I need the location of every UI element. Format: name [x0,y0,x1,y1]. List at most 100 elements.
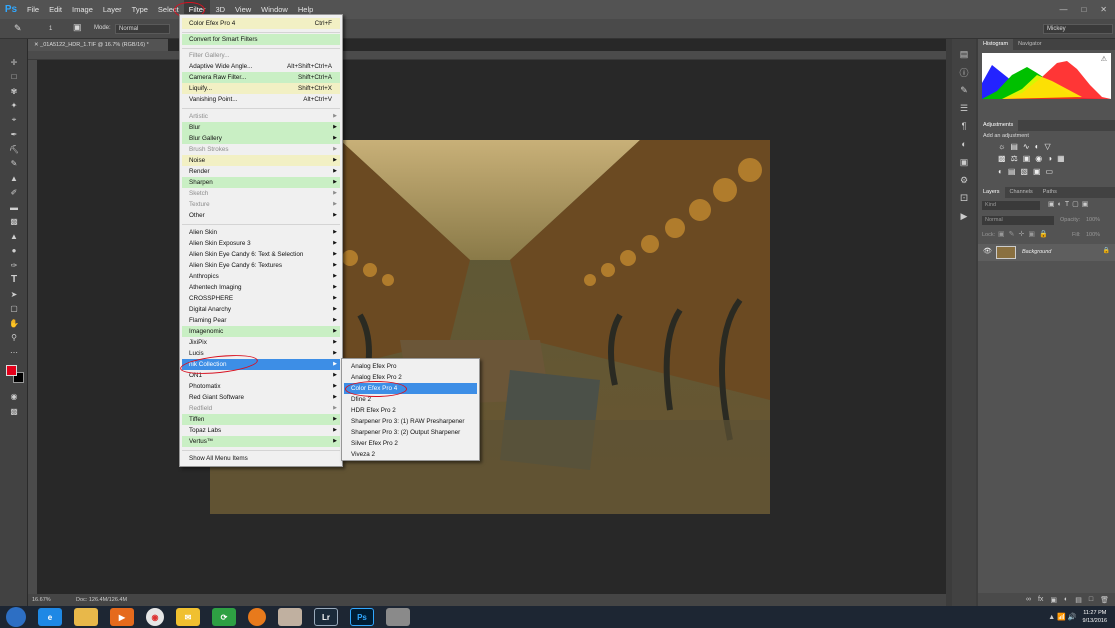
menu-show-all[interactable]: Show All Menu Items [182,453,340,464]
path-select-tool-icon[interactable]: ➤ [0,287,28,302]
exposure-icon[interactable]: ◐ [1035,142,1040,151]
menu-eye-candy-text[interactable]: Alien Skin Eye Candy 6: Text & Selection… [182,249,340,260]
blend-mode-select[interactable]: Normal [982,216,1054,225]
submenu-silver-efex-2[interactable]: Silver Efex Pro 2 [344,438,477,449]
move-tool-icon[interactable]: ✛ [0,55,28,70]
healing-tool-icon[interactable]: ⛏ [0,142,28,157]
eraser-tool-icon[interactable]: ▬ [0,200,28,215]
styles-icon[interactable]: ▣ [952,153,976,171]
stamp-tool-icon[interactable]: ▲ [0,171,28,186]
layer-name[interactable]: Background [1022,249,1051,255]
marquee-tool-icon[interactable]: □ [0,70,28,85]
menu-anthropics[interactable]: Anthropics ▶ [182,271,340,282]
hand-tool-icon[interactable]: ✋ [0,316,28,331]
shape-tool-icon[interactable]: ▢ [0,302,28,317]
fx-icon[interactable]: fx [1038,596,1043,603]
curves-icon[interactable]: ∿ [1023,142,1030,151]
menu-liquify[interactable]: Liquify... Shift+Ctrl+X [182,83,340,94]
file-explorer-icon[interactable] [74,608,98,626]
screen-mode-icon[interactable]: ▩ [0,404,28,419]
brush-tool-icon[interactable]: ✎ [0,157,28,172]
close-icon[interactable]: ✕ [34,42,39,48]
menu-flaming-pear[interactable]: Flaming Pear ▶ [182,315,340,326]
mail-icon[interactable]: ✉ [176,608,200,626]
tab-navigator[interactable]: Navigator [1013,39,1047,50]
levels-icon[interactable]: ▤ [1010,142,1018,151]
menu-sharpen[interactable]: Sharpen ▶ [182,177,340,188]
adjustments-icon[interactable]: ◐ [952,135,976,153]
brightness-icon[interactable]: ☼ [998,142,1005,151]
info-icon[interactable]: ⓘ [952,63,976,81]
pen-tool-icon[interactable]: ✑ [0,258,28,273]
menu-digital-anarchy[interactable]: Digital Anarchy ▶ [182,304,340,315]
internet-explorer-icon[interactable]: e [38,608,62,626]
channel-mixer-icon[interactable]: ◑ [1047,154,1052,163]
vibrance-icon[interactable]: ▽ [1044,142,1050,151]
gradient-tool-icon[interactable]: ▩ [0,215,28,230]
dodge-tool-icon[interactable]: ● [0,244,28,259]
menu-topaz-labs[interactable]: Topaz Labs ▶ [182,425,340,436]
brush-size[interactable]: 1 [49,26,52,32]
opacity-value[interactable]: 100% [1086,217,1100,223]
lock-icons[interactable]: ▣✎✛▣🔒 [998,230,1052,238]
menu-last-filter[interactable]: Color Efex Pro 4 Ctrl+F [182,18,340,29]
minimize-icon[interactable]: — [1059,5,1067,14]
invert-icon[interactable]: ◐ [998,167,1003,176]
menu-edit[interactable]: Edit [44,0,67,19]
tab-histogram[interactable]: Histogram [978,39,1014,50]
menu-jixipix[interactable]: JixiPix ▶ [182,337,340,348]
menu-noise[interactable]: Noise ▶ [182,155,340,166]
menu-crossphere[interactable]: CROSSPHERE ▶ [182,293,340,304]
submenu-sharpener-output[interactable]: Sharpener Pro 3: (2) Output Sharpener [344,427,477,438]
tray-icons[interactable]: ▲ 📶 🔊 [1048,613,1076,621]
menu-type[interactable]: Type [127,0,153,19]
paint-icon[interactable] [386,608,410,626]
close-icon[interactable]: ✕ [1100,5,1107,14]
clock[interactable]: 11:27 PM 9/13/2016 [1083,609,1107,625]
menu-vanishing-point[interactable]: Vanishing Point... Alt+Ctrl+V [182,94,340,105]
color-swatches[interactable] [0,360,27,390]
layer-kind-select[interactable]: Kind [982,201,1040,210]
menu-image[interactable]: Image [67,0,98,19]
zoom-tool-icon[interactable]: ⚲ [0,331,28,346]
black-white-icon[interactable]: ▣ [1023,154,1031,163]
color-lookup-icon[interactable]: ▦ [1057,154,1065,163]
menu-alien-skin[interactable]: Alien Skin ▶ [182,227,340,238]
history-brush-tool-icon[interactable]: ✐ [0,186,28,201]
mode-select[interactable]: Normal [115,24,170,34]
menu-athentech[interactable]: Athentech Imaging ▶ [182,282,340,293]
eyedropper-tool-icon[interactable]: ✒ [0,128,28,143]
tab-channels[interactable]: Channels [1005,187,1038,198]
trash-icon[interactable]: 🗑 [1100,596,1109,604]
visibility-eye-icon[interactable]: 👁 [983,247,992,255]
sync-icon[interactable]: ⟳ [212,608,236,626]
menu-blur-gallery[interactable]: Blur Gallery ▶ [182,133,340,144]
menu-render[interactable]: Render ▶ [182,166,340,177]
tab-layers[interactable]: Layers [978,187,1005,198]
app-icon[interactable] [278,608,302,626]
blur-tool-icon[interactable]: ▲ [0,229,28,244]
menu-other[interactable]: Other ▶ [182,210,340,221]
color-balance-icon[interactable]: ⚖ [1011,154,1018,163]
foreground-color-swatch[interactable] [6,364,17,376]
threshold-icon[interactable]: ▧ [1020,167,1028,176]
menu-vertus[interactable]: Vertus™ ▶ [182,436,340,447]
photo-filter-icon[interactable]: ◉ [1035,154,1042,163]
submenu-viveza-2[interactable]: Viveza 2 [344,449,477,460]
quick-mask-icon[interactable]: ◉ [0,390,28,405]
menu-imagenomic[interactable]: Imagenomic ▶ [182,326,340,337]
menu-eye-candy-textures[interactable]: Alien Skin Eye Candy 6: Textures ▶ [182,260,340,271]
maximize-icon[interactable]: □ [1081,5,1086,14]
quick-select-tool-icon[interactable]: ✦ [0,99,28,114]
document-tab[interactable]: ✕ _01A5122_HDR_1.TIF @ 16.7% (RGB/16) * [28,39,168,51]
start-button-icon[interactable] [6,607,26,627]
clone-source-icon[interactable]: ⚀ [952,189,976,207]
menu-tiffen[interactable]: Tiffen ▶ [182,414,340,425]
character-icon[interactable]: ¶ [952,117,976,135]
posterize-icon[interactable]: ▤ [1008,167,1016,176]
chrome-icon[interactable]: ◉ [146,608,164,626]
submenu-sharpener-raw[interactable]: Sharpener Pro 3: (1) RAW Presharpener [344,416,477,427]
new-layer-icon[interactable]: □ [1089,596,1093,603]
menu-red-giant[interactable]: Red Giant Software ▶ [182,392,340,403]
submenu-analog-efex[interactable]: Analog Efex Pro [344,361,477,372]
